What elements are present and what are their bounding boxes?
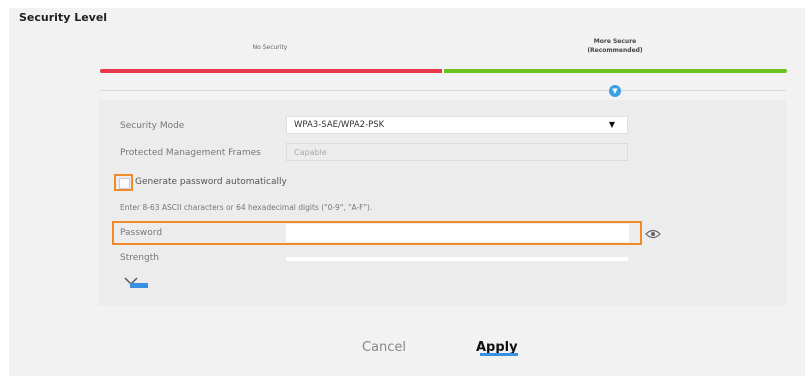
security-slider-insecure-segment[interactable] — [100, 69, 442, 73]
strength-label: Strength — [120, 253, 159, 263]
divider — [100, 90, 786, 91]
level-no-security[interactable]: No Security — [230, 43, 310, 52]
password-hint: Enter 8-63 ASCII characters or 64 hexade… — [120, 203, 373, 212]
cancel-button[interactable]: Cancel — [362, 340, 406, 355]
strength-meter — [286, 257, 628, 261]
password-input[interactable] — [286, 224, 629, 242]
apply-focus-indicator — [480, 353, 518, 356]
generate-password-checkbox[interactable] — [119, 178, 130, 189]
level-recommended-label: (Recommended) — [587, 47, 643, 54]
level-no-security-label: No Security — [252, 44, 288, 51]
chevron-down-icon[interactable]: ▼ — [609, 85, 621, 97]
page-title: Security Level — [19, 11, 108, 24]
level-more-secure-label: More Secure — [593, 38, 637, 45]
pmf-field: Capable — [286, 143, 628, 161]
eye-icon[interactable] — [645, 229, 661, 239]
password-label: Password — [120, 228, 163, 238]
security-mode-value: WPA3-SAE/WPA2-PSK — [294, 120, 385, 130]
dropdown-arrow-icon: ▼ — [608, 120, 615, 129]
security-slider-secure-segment[interactable] — [444, 69, 787, 73]
chevron-up-icon[interactable] — [124, 276, 150, 290]
level-more-secure[interactable]: More Secure (Recommended) — [570, 37, 660, 55]
pmf-label: Protected Management Frames — [120, 148, 261, 158]
generate-password-label[interactable]: Generate password automatically — [135, 177, 287, 187]
security-mode-select[interactable]: WPA3-SAE/WPA2-PSK ▼ — [286, 116, 628, 134]
pmf-value: Capable — [294, 148, 327, 157]
security-mode-label: Security Mode — [120, 121, 185, 131]
